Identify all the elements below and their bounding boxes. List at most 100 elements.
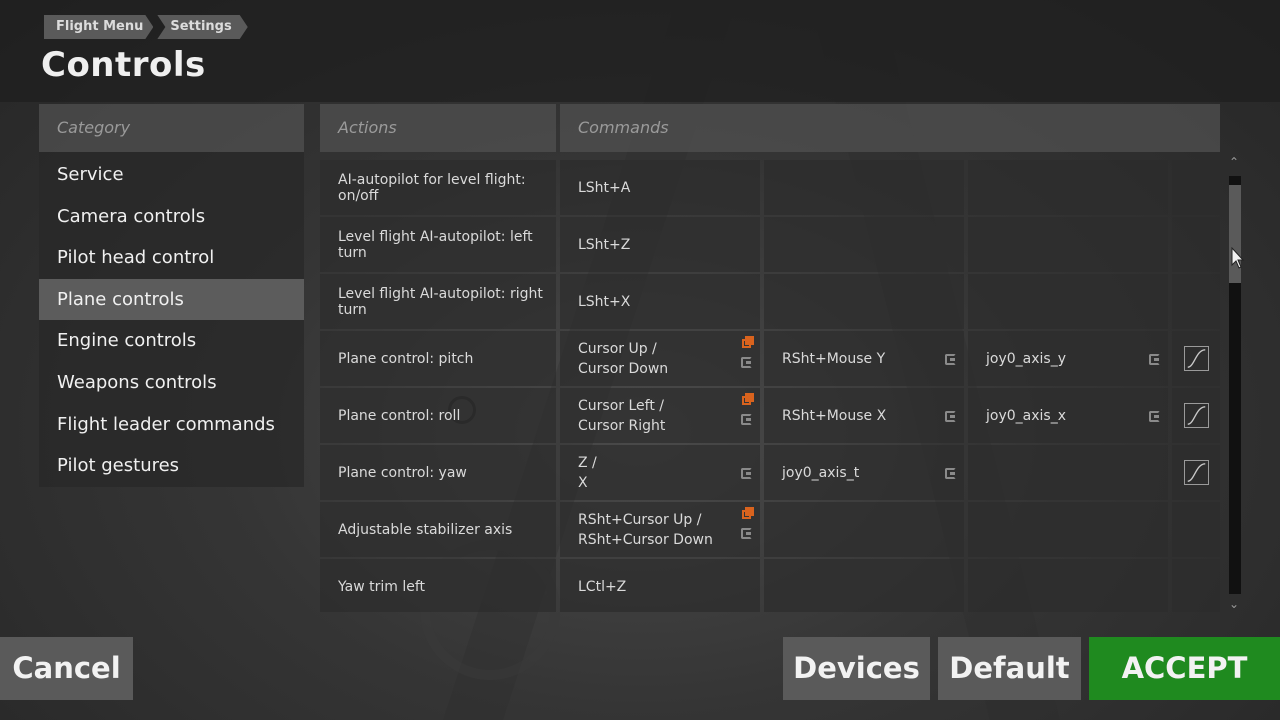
- header-bar: Flight Menu Settings Controls: [0, 0, 1280, 102]
- curve-slot: [1172, 331, 1220, 386]
- category-item-service[interactable]: Service: [39, 154, 304, 196]
- table-row: AI-autopilot for level flight: on/off LS…: [320, 160, 1220, 217]
- category-item-pilot-gestures[interactable]: Pilot gestures: [39, 445, 304, 487]
- swap-direction-icon[interactable]: [742, 336, 754, 348]
- command-text: LSht+A: [578, 179, 631, 196]
- response-curve-icon[interactable]: [1183, 403, 1209, 428]
- command-slot-1[interactable]: LSht+Z: [560, 217, 760, 272]
- command-text: joy0_axis_x: [986, 407, 1066, 424]
- category-header: Category: [39, 104, 304, 152]
- table-row: Yaw trim left LCtl+Z: [320, 559, 1220, 612]
- reset-binding-icon[interactable]: [741, 468, 752, 479]
- swap-direction-icon[interactable]: [742, 393, 754, 405]
- command-text: joy0_axis_t: [782, 464, 860, 481]
- command-text: RSht+Cursor Up / RSht+Cursor Down: [578, 511, 713, 548]
- action-cell: AI-autopilot for level flight: on/off: [320, 160, 556, 215]
- command-slot-2[interactable]: [764, 217, 964, 272]
- command-slot-1[interactable]: LSht+A: [560, 160, 760, 215]
- command-text: RSht+Mouse Y: [782, 350, 886, 367]
- command-slot-1[interactable]: Z / X: [560, 445, 760, 500]
- curve-slot: [1172, 388, 1220, 443]
- category-item-engine-controls[interactable]: Engine controls: [39, 320, 304, 362]
- command-slot-3[interactable]: [968, 445, 1168, 500]
- reset-binding-icon[interactable]: [741, 528, 752, 539]
- command-slot-3[interactable]: [968, 274, 1168, 329]
- devices-button[interactable]: Devices: [783, 637, 930, 700]
- table-row: Plane control: roll Cursor Left / Cursor…: [320, 388, 1220, 445]
- action-cell: Plane control: roll: [320, 388, 556, 443]
- command-slot-3[interactable]: [968, 502, 1168, 557]
- category-item-pilot-head-control[interactable]: Pilot head control: [39, 237, 304, 279]
- curve-slot: [1172, 502, 1220, 557]
- category-item-weapons-controls[interactable]: Weapons controls: [39, 362, 304, 404]
- action-cell: Yaw trim left: [320, 559, 556, 612]
- command-slot-1[interactable]: LSht+X: [560, 274, 760, 329]
- table-rows: AI-autopilot for level flight: on/off LS…: [320, 160, 1220, 612]
- command-text: RSht+Mouse X: [782, 407, 887, 424]
- action-cell: Adjustable stabilizer axis: [320, 502, 556, 557]
- category-item-flight-leader-commands[interactable]: Flight leader commands: [39, 404, 304, 446]
- category-item-camera-controls[interactable]: Camera controls: [39, 196, 304, 238]
- swap-direction-icon[interactable]: [742, 507, 754, 519]
- command-slot-3[interactable]: [968, 160, 1168, 215]
- mouse-cursor-icon: [1231, 247, 1245, 269]
- curve-slot: [1172, 559, 1220, 612]
- table-row: Adjustable stabilizer axis RSht+Cursor U…: [320, 502, 1220, 559]
- curve-slot: [1172, 445, 1220, 500]
- chevron-down-icon[interactable]: ⌄: [1227, 598, 1241, 610]
- chevron-up-icon[interactable]: ⌃: [1227, 156, 1241, 168]
- action-cell: Level flight AI-autopilot: left turn: [320, 217, 556, 272]
- reset-binding-icon[interactable]: [1149, 354, 1160, 365]
- category-panel: Category Service Camera controls Pilot h…: [39, 104, 304, 487]
- table-row: Level flight AI-autopilot: right turn LS…: [320, 274, 1220, 331]
- reset-binding-icon[interactable]: [945, 468, 956, 479]
- command-text: LSht+Z: [578, 236, 631, 253]
- bindings-table: Actions Commands AI-autopilot for level …: [320, 104, 1220, 612]
- command-slot-2[interactable]: [764, 160, 964, 215]
- curve-slot: [1172, 217, 1220, 272]
- actions-column-header: Actions: [320, 104, 556, 152]
- table-row: Level flight AI-autopilot: left turn LSh…: [320, 217, 1220, 274]
- action-cell: Plane control: pitch: [320, 331, 556, 386]
- default-button[interactable]: Default: [938, 637, 1081, 700]
- command-text: Z / X: [578, 454, 597, 491]
- commands-column-header: Commands: [560, 104, 1220, 152]
- command-slot-2[interactable]: [764, 274, 964, 329]
- breadcrumb: Flight Menu Settings: [44, 15, 252, 39]
- command-slot-3[interactable]: joy0_axis_x: [968, 388, 1168, 443]
- command-text: LSht+X: [578, 293, 631, 310]
- command-slot-2[interactable]: RSht+Mouse Y: [764, 331, 964, 386]
- reset-binding-icon[interactable]: [741, 414, 752, 425]
- cancel-button[interactable]: Cancel: [0, 637, 133, 700]
- command-text: Cursor Left / Cursor Right: [578, 397, 666, 434]
- command-slot-3[interactable]: [968, 559, 1168, 612]
- command-slot-1[interactable]: Cursor Up / Cursor Down: [560, 331, 760, 386]
- breadcrumb-flight-menu[interactable]: Flight Menu: [44, 15, 153, 39]
- command-slot-1[interactable]: Cursor Left / Cursor Right: [560, 388, 760, 443]
- command-text: LCtl+Z: [578, 578, 627, 595]
- action-cell: Level flight AI-autopilot: right turn: [320, 274, 556, 329]
- curve-slot: [1172, 160, 1220, 215]
- command-slot-3[interactable]: [968, 217, 1168, 272]
- reset-binding-icon[interactable]: [1149, 411, 1160, 422]
- accept-button[interactable]: ACCEPT: [1089, 637, 1280, 700]
- command-text: joy0_axis_y: [986, 350, 1066, 367]
- command-slot-1[interactable]: LCtl+Z: [560, 559, 760, 612]
- reset-binding-icon[interactable]: [945, 354, 956, 365]
- table-row: Plane control: pitch Cursor Up / Cursor …: [320, 331, 1220, 388]
- command-slot-2[interactable]: [764, 559, 964, 612]
- category-item-plane-controls[interactable]: Plane controls: [39, 278, 304, 321]
- reset-binding-icon[interactable]: [741, 357, 752, 368]
- command-slot-2[interactable]: joy0_axis_t: [764, 445, 964, 500]
- reset-binding-icon[interactable]: [945, 411, 956, 422]
- action-cell: Plane control: yaw: [320, 445, 556, 500]
- breadcrumb-settings[interactable]: Settings: [157, 15, 247, 39]
- table-header: Actions Commands: [320, 104, 1220, 152]
- response-curve-icon[interactable]: [1183, 460, 1209, 485]
- command-slot-2[interactable]: [764, 502, 964, 557]
- command-slot-1[interactable]: RSht+Cursor Up / RSht+Cursor Down: [560, 502, 760, 557]
- command-slot-2[interactable]: RSht+Mouse X: [764, 388, 964, 443]
- curve-slot: [1172, 274, 1220, 329]
- response-curve-icon[interactable]: [1183, 346, 1209, 371]
- command-slot-3[interactable]: joy0_axis_y: [968, 331, 1168, 386]
